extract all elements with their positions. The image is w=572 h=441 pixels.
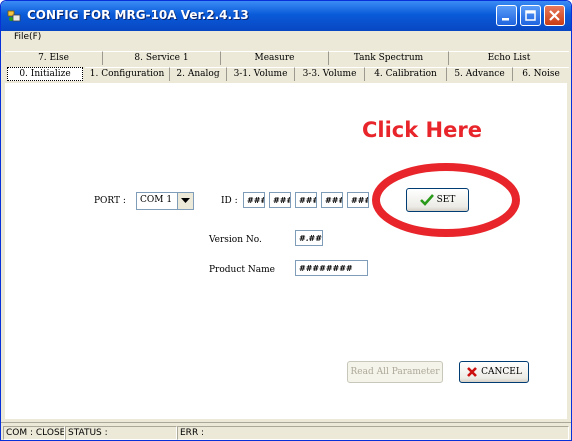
chevron-down-icon[interactable] [177, 193, 193, 209]
menu-bar: File(F) [1, 31, 571, 45]
tab-volume-3-3[interactable]: 3-3. Volume [295, 67, 365, 81]
set-button[interactable]: SET [406, 188, 469, 212]
tab-analog[interactable]: 2. Analog [170, 67, 227, 81]
tab-initialize[interactable]: 0. Initialize [7, 67, 83, 81]
cancel-button[interactable]: CANCEL [459, 361, 529, 383]
tab-noise[interactable]: 6. Noise [513, 67, 569, 81]
status-err: ERR : [177, 426, 569, 440]
menu-file[interactable]: File(F) [14, 32, 41, 42]
port-select-value: COM 1 [140, 195, 173, 205]
product-name-field[interactable]: ######## [295, 260, 368, 276]
app-window: CONFIG FOR MRG-10A Ver.2.4.13 File(F) 7.… [0, 0, 572, 441]
id-field-4[interactable]: ### [321, 192, 343, 208]
status-bar: COM : CLOSE STATUS : ERR : [1, 422, 571, 440]
tab-advance[interactable]: 5. Advance [447, 67, 513, 81]
tab-configuration[interactable]: 1. Configuration [85, 67, 170, 81]
tab-strip: 7. Else 8. Service 1 Measure Tank Spectr… [5, 49, 569, 85]
checkmark-icon [419, 194, 434, 206]
read-all-parameter-label: Read All Parameter [350, 367, 440, 377]
id-field-5[interactable]: ### [347, 192, 369, 208]
id-field-1[interactable]: ### [243, 192, 265, 208]
status-status: STATUS : [65, 426, 177, 440]
tab-tank-spectrum[interactable]: Tank Spectrum [329, 51, 449, 65]
tab-calibration[interactable]: 4. Calibration [365, 67, 447, 81]
click-here-annotation: Click Here [362, 118, 482, 142]
tab-measure[interactable]: Measure [221, 51, 329, 65]
product-name-label: Product Name [209, 265, 275, 275]
port-select[interactable]: COM 1 [136, 192, 194, 210]
app-icon[interactable] [7, 9, 21, 23]
minimize-button[interactable] [496, 5, 517, 26]
window-title: CONFIG FOR MRG-10A Ver.2.4.13 [27, 8, 249, 22]
cancel-x-icon [467, 367, 478, 377]
version-label: Version No. [209, 235, 262, 245]
tab-else[interactable]: 7. Else [5, 51, 103, 65]
tab-service-1[interactable]: 8. Service 1 [103, 51, 221, 65]
id-field-3[interactable]: ### [295, 192, 317, 208]
set-button-label: SET [436, 195, 456, 205]
read-all-parameter-button[interactable]: Read All Parameter [347, 361, 443, 383]
tab-volume-3-1[interactable]: 3-1. Volume [227, 67, 295, 81]
cancel-button-label: CANCEL [481, 367, 522, 377]
port-label: PORT : [94, 196, 126, 206]
maximize-button[interactable] [520, 5, 541, 26]
id-field-2[interactable]: ### [269, 192, 291, 208]
status-com: COM : CLOSE [3, 426, 65, 440]
id-label: ID : [221, 196, 238, 206]
close-button[interactable] [544, 5, 565, 26]
tab-echo-list[interactable]: Echo List [449, 51, 569, 65]
version-field[interactable]: #.## [295, 230, 323, 246]
title-bar[interactable]: CONFIG FOR MRG-10A Ver.2.4.13 [1, 1, 571, 31]
